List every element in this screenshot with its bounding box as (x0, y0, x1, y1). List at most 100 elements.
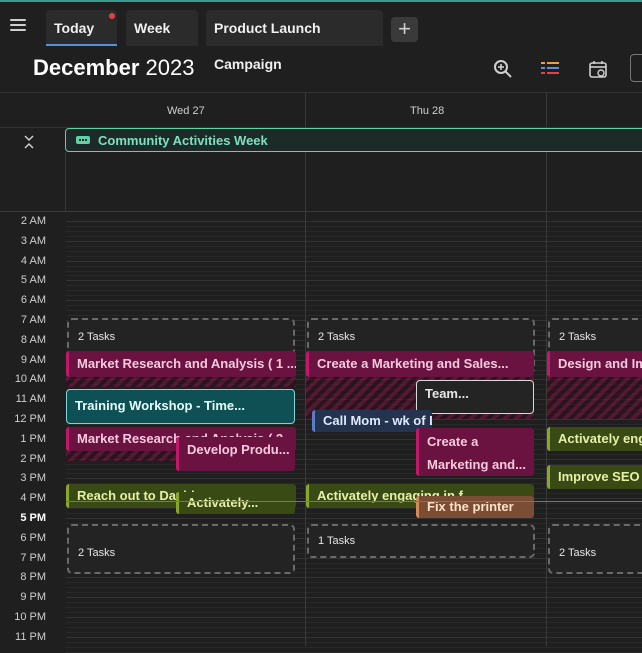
title-month: December (33, 55, 140, 80)
zoom-in-icon[interactable] (492, 58, 514, 80)
event-create-marketing-2[interactable]: Create a Marketing and... (416, 428, 534, 476)
hour-label: 11 AM (15, 393, 46, 406)
event-develop-product[interactable]: Develop Produ... (176, 437, 295, 471)
hour-gridline (66, 636, 642, 638)
hour-label: 10 PM (14, 611, 46, 623)
hour-label: 8 PM (20, 571, 46, 584)
quarter-gridline (66, 651, 642, 653)
tab-label: Week (134, 20, 171, 36)
hour-label: 8 AM (20, 333, 46, 346)
event-title: Design and Improve (558, 356, 642, 371)
quarter-gridline (66, 245, 642, 247)
quarter-gridline (66, 310, 642, 312)
hour-label: 10 AM (14, 373, 46, 386)
quarter-gridline (66, 513, 642, 515)
quarter-gridline (66, 225, 642, 227)
task-group-label: 2 Tasks (318, 331, 356, 343)
quarter-gridline (66, 255, 642, 257)
quarter-gridline (66, 587, 642, 589)
event-title: Team... (425, 386, 469, 401)
hour-label: 3 AM (20, 234, 46, 247)
task-group-label: 2 Tasks (78, 331, 116, 343)
tab-week[interactable]: Week (126, 10, 198, 46)
hour-label: 9 AM (20, 353, 46, 366)
all-day-event[interactable]: Community Activities Week (65, 128, 642, 152)
notification-dot (109, 13, 115, 19)
event-busy-stripe (547, 377, 642, 419)
event-activately-fri[interactable]: Activately engaging (547, 427, 642, 451)
hour-label: 7 PM (20, 551, 46, 564)
hamburger-menu-icon[interactable] (8, 16, 28, 36)
column-divider (546, 93, 547, 129)
hour-label: 6 AM (20, 294, 46, 307)
hour-label: 11 PM (15, 630, 46, 643)
event-title: Training Workshop - Time... (75, 398, 245, 413)
event-team[interactable]: Team... (416, 380, 534, 414)
quarter-gridline (66, 270, 642, 272)
event-fix-printer[interactable]: Fix the printer (416, 496, 534, 518)
hour-gridline (66, 597, 642, 599)
tag-icon (76, 136, 90, 144)
hour-gridline (66, 577, 642, 579)
task-group-wed-evening[interactable]: 2 Tasks (67, 524, 295, 574)
tab-today[interactable]: Today (46, 10, 117, 46)
event-improve-seo[interactable]: Improve SEO - ... (547, 465, 642, 489)
event-busy-stripe (66, 451, 176, 461)
color-list-icon[interactable] (539, 58, 561, 80)
quarter-gridline (66, 582, 642, 584)
column-divider (546, 152, 547, 212)
event-title: Call Mom - wk of Dec 23 (323, 413, 432, 428)
event-activately-wed[interactable]: Activately... (176, 492, 295, 514)
event-market-research-1[interactable]: Market Research and Analysis ( 1 ... (66, 351, 296, 377)
hour-gridline (66, 240, 642, 242)
current-time-indicator (66, 501, 642, 502)
event-busy-stripe (66, 377, 296, 387)
hour-gridline (66, 221, 642, 222)
hour-label: 2 PM (20, 452, 46, 465)
column-divider (305, 152, 306, 212)
quarter-gridline (66, 592, 642, 594)
collapse-icon[interactable] (22, 134, 36, 150)
day-label-wed: Wed 27 (167, 105, 205, 117)
event-title: Improve SEO - ... (558, 469, 642, 484)
quarter-gridline (66, 285, 642, 287)
title-year: 2023 (145, 55, 195, 80)
tab-product-launch-campaign[interactable]: Product Launch Campaign (206, 10, 383, 72)
time-grid: 2 AM 3 AM 4 AM 5 AM 6 AM 7 AM 8 AM 9 AM 10 AM 11 … (0, 212, 642, 653)
task-group-label: 2 Tasks (559, 547, 597, 559)
task-group-fri-evening[interactable]: 2 Tasks (548, 524, 642, 574)
hour-label: 5 AM (20, 274, 46, 287)
quarter-gridline (66, 602, 642, 604)
task-group-thu-evening[interactable]: 1 Tasks (307, 524, 535, 558)
event-create-marketing-sales[interactable]: Create a Marketing and Sales... (306, 351, 534, 377)
event-call-mom[interactable]: Call Mom - wk of Dec 23 (312, 410, 432, 432)
quarter-gridline (66, 250, 642, 252)
hour-gridline (66, 280, 642, 282)
calendar-view-icon[interactable] (587, 58, 609, 80)
hour-label: 5 PM (20, 512, 46, 524)
add-tab-button[interactable]: + (391, 17, 418, 42)
hour-gridline (66, 300, 642, 302)
hour-label: 3 PM (20, 472, 46, 485)
quarter-gridline (66, 641, 642, 643)
hour-label: 6 PM (20, 531, 46, 544)
hour-gridline (66, 617, 642, 618)
hour-gridline (66, 260, 642, 262)
task-group-label: 2 Tasks (559, 331, 597, 343)
view-toggle-button[interactable] (630, 54, 642, 82)
hour-label: 7 AM (20, 314, 46, 326)
event-training-workshop[interactable]: Training Workshop - Time... (66, 389, 295, 424)
hour-gridline (66, 518, 642, 519)
quarter-gridline (66, 612, 642, 614)
calendar-header: December 2023 (0, 48, 642, 92)
day-label-thu: Thu 28 (410, 105, 445, 117)
event-title: Activately engaging (558, 431, 642, 446)
quarter-gridline (66, 508, 642, 510)
event-design-improve[interactable]: Design and Improve (547, 351, 642, 377)
quarter-gridline (66, 290, 642, 292)
hour-label: 9 PM (20, 591, 46, 604)
quarter-gridline (66, 607, 642, 609)
tab-bar: Today Week Product Launch Campaign + (0, 2, 642, 72)
quarter-gridline (66, 631, 642, 633)
quarter-gridline (66, 295, 642, 297)
